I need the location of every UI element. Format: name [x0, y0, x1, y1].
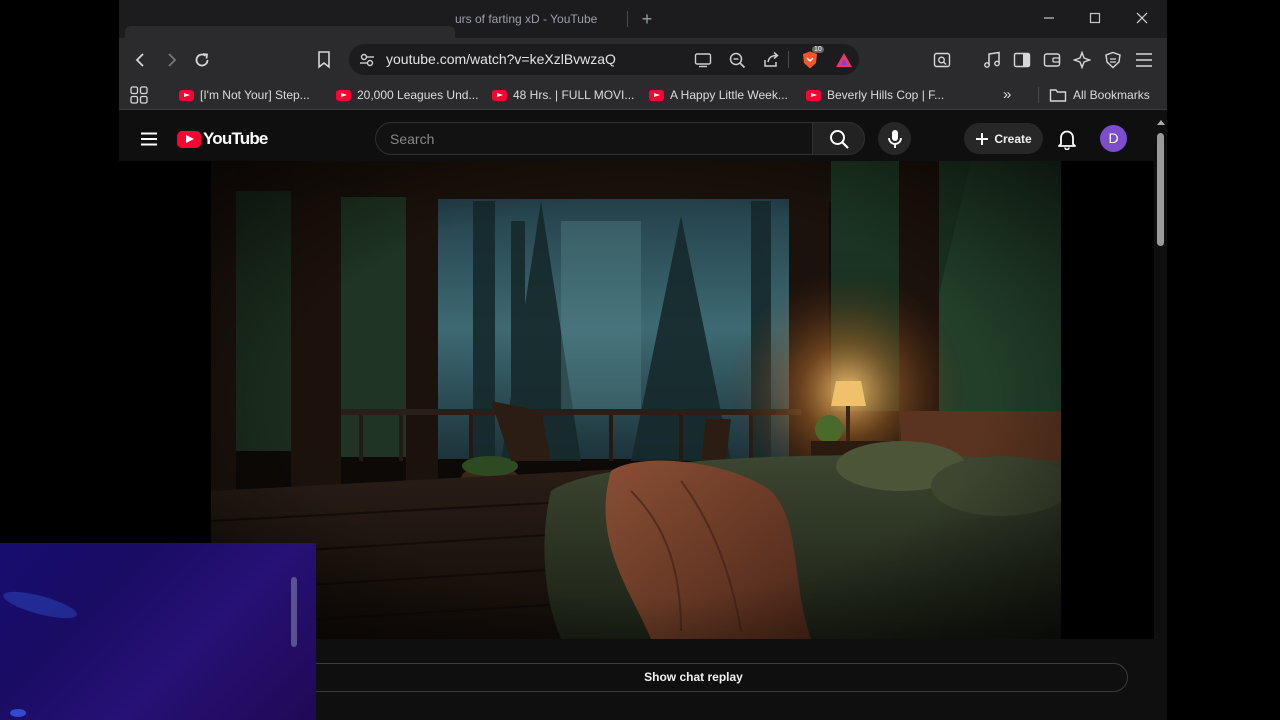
sidebar-icon: [1013, 52, 1031, 68]
share-button[interactable]: [760, 49, 782, 71]
share-icon: [764, 51, 779, 67]
bookmarks-divider: [1038, 87, 1039, 103]
brave-shields-button[interactable]: 10: [799, 46, 824, 71]
url-divider: [788, 51, 789, 68]
forward-button[interactable]: [158, 47, 184, 73]
maximize-icon: [1089, 12, 1101, 24]
bookmark-item[interactable]: 48 Hrs. | FULL MOVI...: [492, 86, 634, 104]
search-input[interactable]: [390, 123, 800, 154]
bookmark-item[interactable]: [I'm Not Your] Step...: [179, 86, 310, 104]
apps-grid-icon: [130, 86, 148, 104]
vpn-icon: [1105, 51, 1121, 69]
search-icon: [829, 129, 849, 149]
apps-button[interactable]: [130, 86, 148, 104]
webcam-feed-image: [0, 543, 316, 720]
forward-icon: [168, 53, 177, 67]
tab-youtube[interactable]: urs of farting xD - YouTube: [455, 0, 625, 38]
menu-icon: [141, 132, 157, 146]
leo-button[interactable]: [1069, 47, 1095, 73]
zoom-icon: [729, 52, 746, 69]
voice-search-button[interactable]: [878, 122, 911, 155]
brave-rewards-button[interactable]: [833, 49, 855, 71]
page-scrollbar[interactable]: [1154, 117, 1167, 720]
youtube-logo-text: YouTube: [203, 129, 268, 148]
all-bookmarks-button[interactable]: All Bookmarks: [1049, 86, 1150, 104]
browser-toolbar: youtube.com/watch?v=keXzlBvwzaQ 10: [119, 38, 1167, 80]
minimize-icon: [1044, 17, 1054, 19]
tab-divider: [627, 11, 628, 27]
scroll-up-arrow-icon[interactable]: [1157, 120, 1165, 125]
zoom-button[interactable]: [726, 49, 748, 71]
youtube-header: YouTube Create D: [119, 117, 1154, 161]
create-button[interactable]: Create: [964, 123, 1043, 154]
youtube-favicon-icon: [806, 89, 821, 101]
wallet-button[interactable]: [1039, 47, 1065, 73]
back-icon: [135, 53, 144, 67]
vpn-button[interactable]: [1100, 47, 1126, 73]
sidebar-button[interactable]: [1009, 47, 1035, 73]
brave-shields-icon: [803, 51, 817, 69]
close-window-button[interactable]: [1119, 4, 1165, 34]
folder-icon: [1049, 89, 1067, 102]
youtube-favicon-icon: [649, 89, 664, 101]
webcam-overlay: [0, 543, 316, 720]
bell-icon: [1058, 130, 1076, 150]
avatar[interactable]: D: [1100, 125, 1127, 152]
video-frame[interactable]: [211, 161, 1061, 639]
wallet-icon: [1043, 53, 1061, 67]
music-icon: [984, 51, 1000, 68]
notifications-button[interactable]: [1054, 126, 1080, 152]
bookmark-page-button[interactable]: [311, 47, 337, 73]
browser-menu-button[interactable]: [1131, 47, 1157, 73]
site-settings-button[interactable]: [356, 49, 378, 71]
new-tab-button[interactable]: +: [635, 7, 659, 31]
youtube-logo-icon: [177, 130, 201, 148]
youtube-favicon-icon: [492, 89, 507, 101]
tab-inactive[interactable]: [125, 26, 455, 38]
media-button[interactable]: [979, 47, 1005, 73]
brave-rewards-icon: [836, 53, 852, 67]
reload-button[interactable]: [189, 47, 215, 73]
reload-icon: [195, 53, 209, 67]
bookmark-item[interactable]: Beverly Hills Cop | F...: [806, 86, 944, 104]
bookmark-item[interactable]: A Happy Little Week...: [649, 86, 788, 104]
cast-icon: [694, 53, 712, 68]
site-settings-icon: [360, 53, 374, 67]
url-text[interactable]: youtube.com/watch?v=keXzlBvwzaQ: [386, 44, 616, 75]
plus-icon: [976, 132, 989, 145]
minimize-button[interactable]: [1026, 4, 1072, 34]
create-label: Create: [994, 131, 1032, 146]
youtube-logo[interactable]: YouTube: [177, 129, 268, 149]
address-bar[interactable]: youtube.com/watch?v=keXzlBvwzaQ 10: [349, 44, 859, 75]
maximize-button[interactable]: [1072, 4, 1118, 34]
cast-button[interactable]: [692, 49, 714, 71]
bookmarks-overflow-button[interactable]: »: [1003, 86, 1011, 104]
scroll-thumb[interactable]: [1157, 133, 1164, 246]
tab-strip: urs of farting xD - YouTube +: [119, 0, 1167, 38]
tab-search-button[interactable]: [929, 47, 955, 73]
close-icon: [1136, 12, 1148, 24]
search-button[interactable]: [812, 122, 865, 155]
bookmark-icon: [318, 51, 330, 69]
show-chat-replay-button[interactable]: Show chat replay: [259, 663, 1128, 692]
brave-badge: 10: [812, 46, 824, 53]
back-button[interactable]: [128, 47, 154, 73]
bookmark-item[interactable]: 20,000 Leagues Und...: [336, 86, 478, 104]
youtube-favicon-icon: [179, 89, 194, 101]
search-box[interactable]: [375, 122, 812, 155]
hamburger-icon: [1136, 53, 1152, 67]
guide-menu-button[interactable]: [137, 127, 161, 151]
leo-icon: [1073, 51, 1091, 69]
mic-icon: [887, 129, 902, 148]
video-scene-image: [211, 161, 1061, 639]
bookmarks-bar: [I'm Not Your] Step... 20,000 Leagues Un…: [119, 80, 1167, 110]
youtube-favicon-icon: [336, 89, 351, 101]
tab-search-icon: [933, 52, 951, 68]
